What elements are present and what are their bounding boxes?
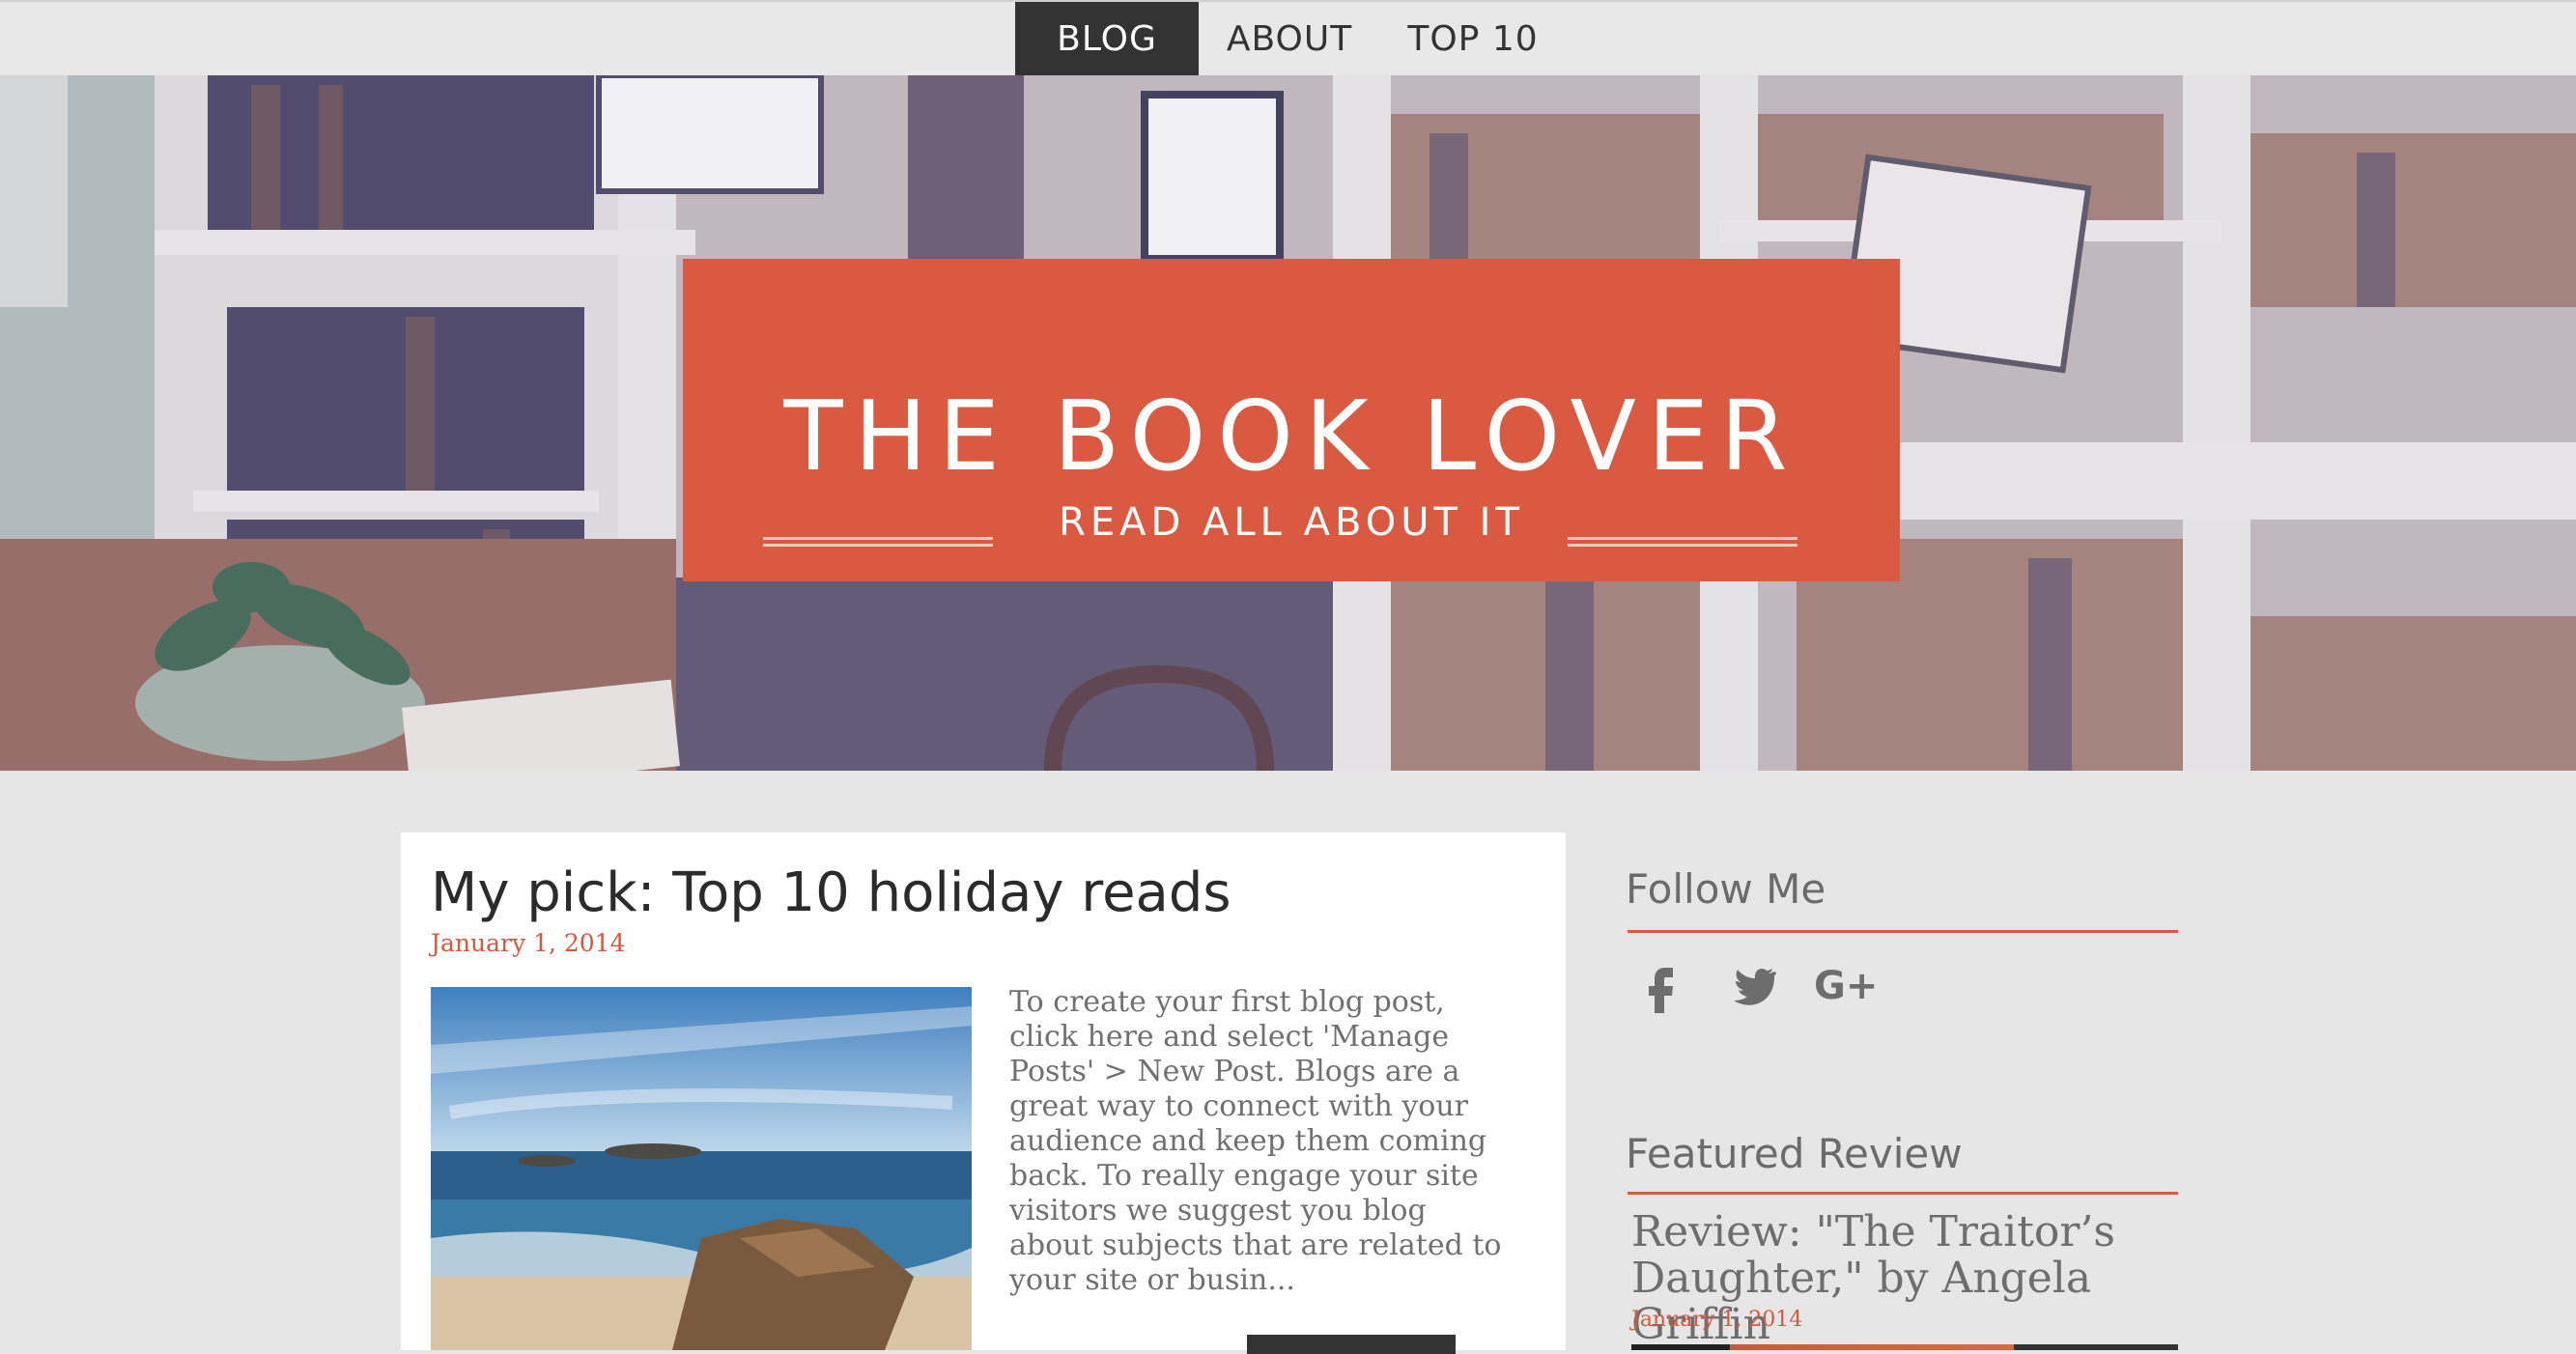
post-cover-image[interactable] <box>431 987 972 1350</box>
follow-divider <box>1628 930 2178 933</box>
nav-item-about[interactable]: ABOUT <box>1207 2 1372 77</box>
nav-item-top10[interactable]: TOP 10 <box>1381 2 1565 77</box>
hero-banner: THE BOOK LOVER READ ALL ABOUT IT <box>0 75 2576 771</box>
nav-item-blog[interactable]: BLOG <box>1015 2 1199 77</box>
featured-review-thumbnail[interactable] <box>1631 1344 2178 1350</box>
tagline-right-rule <box>1568 537 1798 547</box>
beach-image <box>431 987 972 1350</box>
post-title-link[interactable]: My pick: Top 10 holiday reads <box>431 861 1231 924</box>
post-date: January 1, 2014 <box>431 929 626 957</box>
featured-review-date: January 1, 2014 <box>1631 1308 1803 1332</box>
site-title: THE BOOK LOVER <box>783 380 1799 493</box>
site-title-box: THE BOOK LOVER READ ALL ABOUT IT <box>683 259 1900 581</box>
blog-post-card: My pick: Top 10 holiday reads January 1,… <box>401 832 1566 1354</box>
follow-heading: Follow Me <box>1626 865 1826 913</box>
tagline-row: READ ALL ABOUT IT <box>683 500 1900 581</box>
google-plus-icon[interactable]: G+ <box>1814 956 1878 1014</box>
featured-divider <box>1628 1192 2178 1195</box>
featured-review-heading: Featured Review <box>1626 1130 1963 1177</box>
top-nav: BLOG ABOUT TOP 10 <box>0 0 2576 77</box>
svg-text:G+: G+ <box>1814 964 1878 1008</box>
twitter-icon[interactable] <box>1724 956 1782 1014</box>
read-more-button[interactable] <box>1247 1335 1456 1354</box>
facebook-icon[interactable] <box>1632 956 1690 1014</box>
post-excerpt: To create your first blog post, click he… <box>1009 985 1502 1297</box>
